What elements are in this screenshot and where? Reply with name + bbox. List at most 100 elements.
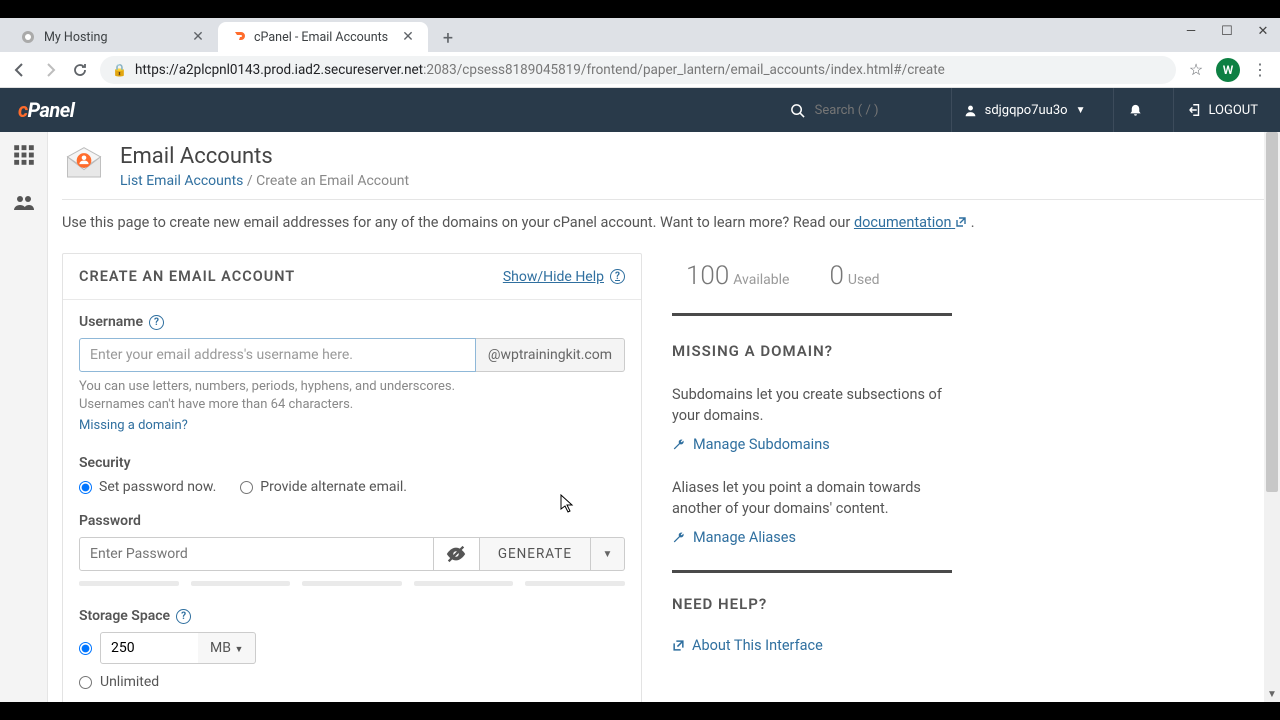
create-account-card: CREATE AN EMAIL ACCOUNT Show/Hide Help ?… — [62, 253, 642, 702]
stat-used-label: Used — [848, 272, 880, 288]
subdomain-text: Subdomains let you create subsections of… — [672, 384, 952, 426]
chevron-down-icon: ▼ — [234, 645, 243, 655]
browser-chrome: My Hosting ✕ cPanel - Email Accounts ✕ +… — [0, 18, 1280, 88]
radio-alt-email[interactable]: Provide alternate email. — [240, 479, 407, 495]
left-rail — [0, 132, 48, 702]
search-input[interactable] — [815, 103, 935, 118]
page-body: Email Accounts List Email Accounts / Cre… — [0, 132, 1280, 702]
username-label: Username? — [79, 314, 625, 330]
external-link-icon — [955, 216, 967, 228]
password-input[interactable] — [79, 537, 434, 571]
stat-used-num: 0 — [829, 261, 843, 291]
notifications-button[interactable] — [1113, 88, 1157, 132]
storage-label: Storage Space? — [79, 608, 625, 624]
show-hide-help-link[interactable]: Show/Hide Help ? — [503, 269, 625, 285]
profile-avatar[interactable]: W — [1216, 58, 1240, 82]
stat-available-label: Available — [733, 272, 789, 288]
username-label: sdjgqpo7uu3o — [985, 103, 1068, 118]
scroll-thumb[interactable] — [1266, 132, 1278, 492]
documentation-link[interactable]: documentation — [854, 214, 967, 231]
window-controls: — ☐ ✕ — [1182, 24, 1272, 39]
lock-icon: 🔒 — [112, 63, 127, 77]
external-link-icon — [672, 639, 685, 652]
username-hint1: You can use letters, numbers, periods, h… — [79, 378, 625, 396]
users-icon[interactable] — [9, 188, 39, 218]
scroll-down-arrow[interactable]: ▼ — [1264, 686, 1280, 702]
alias-text: Aliases let you point a domain towards a… — [672, 477, 952, 519]
breadcrumb-list-link[interactable]: List Email Accounts — [120, 173, 243, 189]
radio-storage-custom[interactable]: MB ▼ — [79, 632, 625, 664]
storage-unit-dropdown[interactable]: MB ▼ — [198, 632, 256, 664]
security-label: Security — [79, 455, 625, 471]
url-bar[interactable]: 🔒 https://a2plcpnl0143.prod.iad2.secures… — [100, 56, 1176, 84]
header-search[interactable] — [790, 103, 935, 118]
favicon-cpanel — [230, 29, 246, 45]
generate-button[interactable]: GENERATE — [480, 537, 591, 571]
url-text: https://a2plcpnl0143.prod.iad2.secureser… — [135, 62, 945, 78]
help-icon: ? — [610, 269, 625, 284]
breadcrumb-current: Create an Email Account — [256, 173, 409, 189]
eye-off-icon — [445, 543, 467, 565]
minimize-icon[interactable]: — — [1182, 24, 1200, 39]
favicon-hosting — [20, 29, 36, 45]
nav-toolbar: 🔒 https://a2plcpnl0143.prod.iad2.secures… — [0, 52, 1280, 88]
logout-label: LOGOUT — [1208, 103, 1258, 118]
domain-addon[interactable]: @wptrainingkit.com — [476, 338, 625, 372]
wrench-icon — [672, 438, 686, 452]
need-help-heading: NEED HELP? — [672, 595, 952, 613]
cpanel-logo[interactable]: cPanel — [18, 98, 74, 122]
maximize-icon[interactable]: ☐ — [1218, 24, 1236, 39]
user-menu[interactable]: sdjgqpo7uu3o ▼ — [951, 88, 1098, 132]
radio-set-password[interactable]: Set password now. — [79, 479, 216, 495]
radio-storage-unlimited[interactable]: Unlimited — [79, 674, 625, 690]
about-interface-link[interactable]: About This Interface — [672, 637, 952, 654]
password-label: Password — [79, 513, 625, 529]
bell-icon — [1128, 103, 1143, 118]
reload-button[interactable] — [70, 60, 90, 80]
missing-domain-link[interactable]: Missing a domain? — [79, 418, 188, 433]
help-icon[interactable]: ? — [176, 609, 191, 624]
chevron-down-icon: ▼ — [603, 549, 613, 560]
storage-value-input[interactable] — [100, 632, 200, 664]
missing-domain-heading: MISSING A DOMAIN? — [672, 342, 952, 360]
cpanel-header: cPanel sdjgqpo7uu3o ▼ LOGOUT — [0, 88, 1280, 132]
stat-available-num: 100 — [686, 261, 729, 291]
username-hint2: Usernames can't have more than 64 charac… — [79, 396, 625, 414]
chevron-down-icon: ▼ — [1076, 105, 1086, 116]
password-strength-meter — [79, 581, 625, 586]
apps-grid-icon[interactable] — [9, 140, 39, 170]
back-button[interactable] — [10, 60, 30, 80]
breadcrumb: List Email Accounts / Create an Email Ac… — [120, 173, 409, 189]
close-icon[interactable]: ✕ — [190, 29, 206, 45]
account-stats: 100Available 0 Used — [672, 253, 952, 316]
tab-title: My Hosting — [44, 30, 182, 45]
main-content: Email Accounts List Email Accounts / Cre… — [48, 132, 1280, 702]
forward-button[interactable] — [40, 60, 60, 80]
search-icon — [790, 103, 805, 118]
bookmark-icon[interactable]: ☆ — [1186, 60, 1206, 80]
wrench-icon — [672, 531, 686, 545]
intro-text: Use this page to create new email addres… — [62, 214, 1264, 231]
card-heading: CREATE AN EMAIL ACCOUNT — [79, 268, 295, 285]
close-window-icon[interactable]: ✕ — [1254, 24, 1272, 39]
side-info: 100Available 0 Used MISSING A DOMAIN? Sub… — [672, 253, 952, 654]
username-input[interactable] — [79, 338, 476, 372]
manage-aliases-link[interactable]: Manage Aliases — [672, 529, 952, 546]
manage-subdomains-link[interactable]: Manage Subdomains — [672, 436, 952, 453]
logout-icon — [1188, 103, 1202, 117]
close-icon[interactable]: ✕ — [400, 29, 416, 45]
email-accounts-icon — [62, 144, 106, 188]
tab-strip: My Hosting ✕ cPanel - Email Accounts ✕ +… — [0, 18, 1280, 52]
browser-tab-0[interactable]: My Hosting ✕ — [8, 22, 218, 52]
page-title: Email Accounts — [120, 144, 409, 169]
vertical-scrollbar[interactable]: ▲ ▼ — [1264, 132, 1280, 702]
help-icon[interactable]: ? — [149, 315, 164, 330]
tab-title: cPanel - Email Accounts — [254, 30, 392, 45]
toggle-password-visibility[interactable] — [434, 537, 480, 571]
generate-dropdown[interactable]: ▼ — [591, 537, 625, 571]
user-icon — [964, 104, 977, 117]
browser-tab-1[interactable]: cPanel - Email Accounts ✕ — [218, 22, 428, 52]
menu-icon[interactable]: ⋮ — [1250, 60, 1270, 80]
logout-button[interactable]: LOGOUT — [1173, 88, 1262, 132]
new-tab-button[interactable]: + — [434, 24, 462, 52]
